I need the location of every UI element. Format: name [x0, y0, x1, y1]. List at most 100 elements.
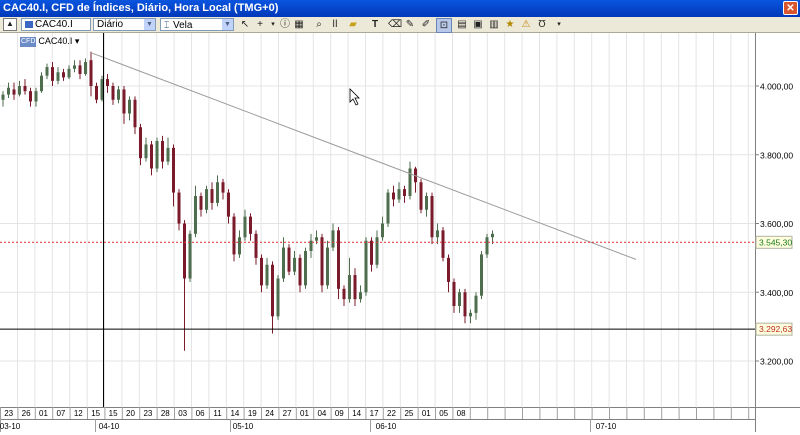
horizontal-gridlines — [0, 85, 755, 362]
date-day-label: 08 — [457, 409, 466, 418]
candle — [161, 141, 164, 162]
cursor-arrow-icon[interactable]: ↖ — [238, 18, 252, 31]
candle — [84, 61, 87, 74]
date-day-label: 15 — [91, 409, 100, 418]
candle — [265, 264, 269, 286]
pencil-icon[interactable]: ✎ — [403, 18, 417, 31]
candle — [172, 147, 175, 193]
candle — [106, 79, 109, 86]
date-day-label: 19 — [248, 409, 257, 418]
candle — [111, 86, 115, 100]
eraser-icon[interactable]: ⌫ — [388, 18, 402, 31]
candle — [392, 192, 395, 200]
candle — [403, 189, 406, 196]
candle — [425, 196, 428, 210]
zoom-icon[interactable]: ⌕ — [312, 18, 326, 31]
candle — [117, 89, 120, 100]
date-day-label: 23 — [4, 409, 13, 418]
date-day-label: 26 — [22, 409, 31, 418]
symbol-field[interactable]: CAC40.I — [21, 18, 91, 31]
date-day-label: 23 — [143, 409, 152, 418]
candle — [232, 216, 236, 255]
candle — [216, 182, 219, 203]
candle — [430, 196, 434, 238]
candle — [458, 292, 461, 306]
date-day-label: 24 — [265, 409, 274, 418]
period-select[interactable]: Diário ▼ — [93, 18, 156, 31]
candle — [342, 288, 346, 300]
bars-icon[interactable]: ǀǀ — [328, 18, 342, 31]
grid-icon[interactable]: ▦ — [292, 18, 306, 31]
candle — [315, 237, 318, 241]
chart-area[interactable]: 4.000,00 3.800,00 3.600,00 3.400,00 3.200,00… — [0, 33, 800, 432]
candle — [469, 312, 472, 317]
candle — [128, 99, 131, 114]
magnet-u-icon[interactable]: Ʊ — [535, 18, 549, 31]
candle — [194, 196, 197, 234]
date-month-label: 06-10 — [376, 422, 397, 431]
draw-icon[interactable]: ✐ — [419, 18, 433, 31]
date-day-label: 14 — [230, 409, 239, 418]
window-style-icon[interactable]: ▣ — [471, 18, 485, 31]
date-day-label: 07 — [56, 409, 65, 418]
candle — [29, 91, 32, 102]
chevron-down-icon: ▼ — [222, 19, 233, 30]
bar-style-icon[interactable]: ▤ — [455, 18, 469, 31]
template-icon[interactable]: ▥ — [487, 18, 501, 31]
candle — [150, 144, 153, 169]
candle — [45, 67, 49, 76]
candle — [89, 60, 93, 86]
candle — [491, 233, 494, 238]
candle — [243, 216, 247, 238]
chart-toolbar: ▲ CAC40.I Diário ▼ ⌶ Vela ▼ ↖ + ▾ ⓘ ▦ ⌕ ǀ… — [0, 17, 800, 33]
candle — [95, 86, 98, 100]
candle — [199, 196, 203, 210]
date-day-label: 20 — [126, 409, 135, 418]
candle — [122, 89, 126, 114]
candle — [326, 247, 329, 286]
date-day-label: 01 — [300, 409, 309, 418]
candle-icon: ⌶ — [164, 20, 170, 30]
date-day-label: 22 — [387, 409, 396, 418]
candle — [62, 72, 65, 78]
candle — [293, 257, 296, 272]
magnet-icon[interactable]: ⊡ — [436, 18, 452, 33]
candle — [348, 275, 351, 300]
price-tick-label: 4.000,00 — [760, 82, 793, 92]
candle — [408, 168, 412, 196]
date-day-label: 05 — [439, 409, 448, 418]
candle — [304, 251, 307, 286]
info-icon[interactable]: ⓘ — [278, 18, 292, 31]
period-value: Diário — [97, 19, 124, 30]
date-day-label: 04 — [317, 409, 326, 418]
candle — [364, 240, 368, 293]
candle — [480, 254, 483, 296]
candle — [353, 275, 357, 300]
candle — [56, 72, 60, 81]
more-dropdown-icon[interactable]: ▾ — [552, 18, 566, 31]
crosshair-icon[interactable]: + — [253, 18, 267, 31]
candle — [1, 94, 5, 100]
mouse-pointer-icon — [349, 88, 360, 106]
candle — [166, 147, 170, 162]
date-axis: 23 26 01 07 12 15 15 20 23 28 03 06 11 14 19 24 27 01 04 09… — [0, 407, 800, 432]
price-tick-label: 3.800,00 — [760, 150, 793, 160]
chart-symbol-label[interactable]: CFD CAC40.I ▾ — [20, 36, 79, 47]
text-tool-icon[interactable]: T — [368, 18, 382, 31]
candle — [386, 192, 390, 224]
chart-type-select[interactable]: ⌶ Vela ▼ — [160, 18, 234, 31]
candle — [221, 182, 225, 193]
candle — [67, 68, 71, 78]
star-icon[interactable]: ★ — [503, 18, 517, 31]
price-tick-label: 3.200,00 — [760, 357, 793, 367]
candle — [447, 257, 450, 282]
price-chart[interactable]: 4.000,00 3.800,00 3.600,00 3.400,00 3.200,00… — [0, 33, 800, 432]
alert-icon[interactable]: ⚠ — [519, 18, 533, 31]
collapse-arrow-button[interactable]: ▲ — [3, 18, 17, 31]
folder-icon[interactable]: ▰ — [346, 18, 360, 31]
close-button[interactable]: ✕ — [783, 1, 798, 15]
date-day-label: 11 — [213, 409, 222, 418]
date-day-label: 01 — [422, 409, 431, 418]
candle — [188, 233, 192, 279]
symbol-mini-icon: CFD — [20, 37, 37, 47]
